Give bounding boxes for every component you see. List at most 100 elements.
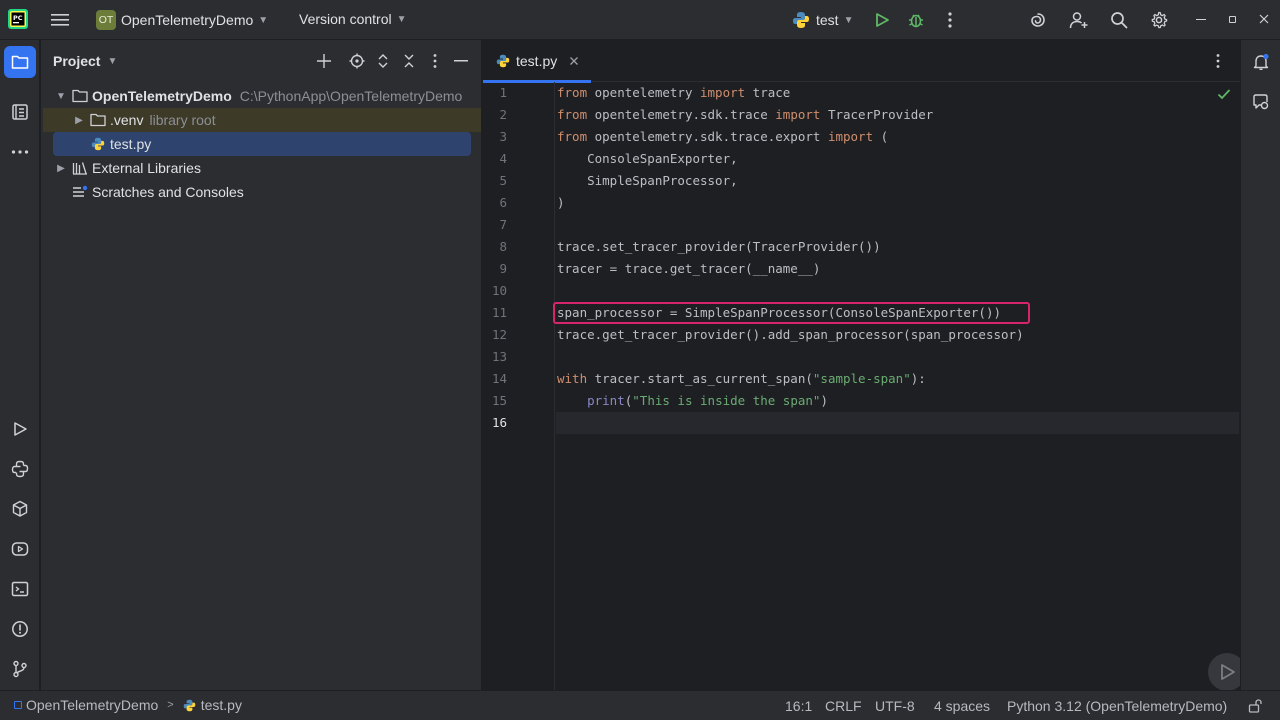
code-with-me-button[interactable] xyxy=(1063,4,1095,36)
options-button[interactable] xyxy=(423,49,447,73)
git-button[interactable] xyxy=(4,653,36,685)
line-number[interactable]: 4 xyxy=(483,151,507,167)
code-line-3[interactable]: from opentelemetry.sdk.trace.export impo… xyxy=(557,126,888,148)
no-problems-indicator[interactable] xyxy=(1217,88,1231,100)
add-user-icon xyxy=(1069,12,1088,29)
chevron-right-icon[interactable]: ▶ xyxy=(53,163,69,174)
breadcrumb-file[interactable]: test.py xyxy=(201,697,242,713)
tree-item-label: Scratches and Consoles xyxy=(92,184,244,200)
python-file-icon xyxy=(89,136,107,152)
tree-item-label: test.py xyxy=(110,136,152,152)
line-number[interactable]: 8 xyxy=(483,239,507,255)
scratches-icon xyxy=(71,184,89,200)
code-line-5[interactable]: SimpleSpanProcessor, xyxy=(557,170,738,192)
caret-position[interactable]: 16:1 xyxy=(785,698,812,714)
code-line-8[interactable]: trace.set_tracer_provider(TracerProvider… xyxy=(557,236,881,258)
project-tool-button[interactable] xyxy=(4,46,36,78)
minus-icon xyxy=(454,60,468,62)
line-number[interactable]: 14 xyxy=(483,371,507,387)
editor-tabs-menu-button[interactable] xyxy=(1216,53,1220,69)
line-number[interactable]: 2 xyxy=(483,107,507,123)
chevron-down-icon[interactable]: ▼ xyxy=(107,56,117,67)
new-file-button[interactable] xyxy=(312,49,336,73)
tree-item-test-py[interactable]: test.py xyxy=(53,132,471,156)
chevron-right-icon[interactable]: ▶ xyxy=(71,115,87,126)
ai-assistant-button[interactable] xyxy=(1022,4,1054,36)
chevron-down-icon: ▼ xyxy=(258,14,269,26)
line-number[interactable]: 15 xyxy=(483,393,507,409)
collapse-all-button[interactable] xyxy=(397,49,421,73)
code-line-12[interactable]: trace.get_tracer_provider().add_span_pro… xyxy=(557,324,1024,346)
left-tool-strip xyxy=(0,40,40,690)
version-control-menu[interactable]: Version control ▼ xyxy=(299,11,407,27)
code-line-1[interactable]: from opentelemetry import trace xyxy=(557,82,790,104)
tree-item-venv[interactable]: ▶ .venv library root xyxy=(43,108,481,132)
line-number[interactable]: 10 xyxy=(483,283,507,299)
close-window-button[interactable] xyxy=(1258,13,1270,25)
python-icon xyxy=(793,12,809,28)
project-panel-title[interactable]: Project xyxy=(53,53,100,69)
line-number[interactable]: 13 xyxy=(483,349,507,365)
chevron-down-icon[interactable]: ▼ xyxy=(53,91,69,102)
line-number[interactable]: 12 xyxy=(483,327,507,343)
line-separator[interactable]: CRLF xyxy=(825,698,862,714)
structure-tool-button[interactable] xyxy=(4,96,36,128)
horizontal-dots-icon xyxy=(11,150,29,154)
hide-panel-button[interactable] xyxy=(449,49,473,73)
close-icon xyxy=(1259,14,1269,24)
project-badge: OT xyxy=(96,10,116,30)
search-everywhere-button[interactable] xyxy=(1103,4,1135,36)
code-line-15[interactable]: print("This is inside the span") xyxy=(557,390,828,412)
string-literal: "This is inside the span" xyxy=(632,393,821,408)
problems-button[interactable] xyxy=(4,613,36,645)
services-button[interactable] xyxy=(4,533,36,565)
code-text: TracerProvider xyxy=(820,107,934,122)
tree-item-scratches[interactable]: Scratches and Consoles xyxy=(53,180,471,204)
code-line-9[interactable]: tracer = trace.get_tracer(__name__) xyxy=(557,258,820,280)
close-tab-button[interactable] xyxy=(569,56,579,66)
line-number[interactable]: 7 xyxy=(483,217,507,233)
line-number[interactable]: 6 xyxy=(483,195,507,211)
line-number[interactable]: 1 xyxy=(483,85,507,101)
indent-setting[interactable]: 4 spaces xyxy=(934,698,990,714)
line-number[interactable]: 5 xyxy=(483,173,507,189)
run-config-selector[interactable]: test ▼ xyxy=(792,11,853,29)
project-panel: Project ▼ ▼ OpenTelemetryDemo C:\PythonA… xyxy=(41,40,482,690)
terminal-icon xyxy=(11,581,29,597)
ai-chat-button[interactable] xyxy=(1245,86,1277,118)
project-switcher[interactable]: OT OpenTelemetryDemo ▼ xyxy=(96,10,268,30)
line-number[interactable]: 16 xyxy=(483,415,507,431)
breadcrumb-project[interactable]: OpenTelemetryDemo xyxy=(26,697,158,713)
tab-test-py[interactable]: test.py xyxy=(483,40,591,83)
run-button[interactable] xyxy=(866,4,898,36)
run-tool-button[interactable] xyxy=(4,413,36,445)
code-text: trace xyxy=(745,85,791,100)
code-line-14[interactable]: with tracer.start_as_current_span("sampl… xyxy=(557,368,926,390)
python-console-button[interactable] xyxy=(4,453,36,485)
more-tools-button[interactable] xyxy=(4,136,36,168)
line-number[interactable]: 3 xyxy=(483,129,507,145)
notifications-button[interactable] xyxy=(1245,46,1277,78)
select-opened-file-button[interactable] xyxy=(345,49,369,73)
more-actions-button[interactable] xyxy=(934,4,966,36)
line-number[interactable]: 9 xyxy=(483,261,507,277)
code-text: opentelemetry.sdk.trace.export xyxy=(587,129,828,144)
code-line-6[interactable]: ) xyxy=(557,192,565,214)
settings-button[interactable] xyxy=(1143,4,1175,36)
main-menu-button[interactable] xyxy=(44,4,76,36)
file-encoding[interactable]: UTF-8 xyxy=(875,698,915,714)
python-packages-button[interactable] xyxy=(4,493,36,525)
expand-all-button[interactable] xyxy=(371,49,395,73)
line-number[interactable]: 11 xyxy=(483,305,507,321)
tree-item-project-root[interactable]: ▼ OpenTelemetryDemo C:\PythonApp\OpenTel… xyxy=(53,84,471,108)
python-interpreter[interactable]: Python 3.12 (OpenTelemetryDemo) xyxy=(1007,698,1227,714)
debug-button[interactable] xyxy=(900,4,932,36)
minimize-button[interactable] xyxy=(1196,19,1206,20)
terminal-button[interactable] xyxy=(4,573,36,605)
code-line-4[interactable]: ConsoleSpanExporter, xyxy=(557,148,738,170)
tree-item-external-libraries[interactable]: ▶ External Libraries xyxy=(53,156,471,180)
play-icon xyxy=(1221,664,1235,680)
code-line-2[interactable]: from opentelemetry.sdk.trace import Trac… xyxy=(557,104,933,126)
restore-button[interactable] xyxy=(1229,16,1236,23)
read-only-toggle[interactable] xyxy=(1248,699,1262,713)
